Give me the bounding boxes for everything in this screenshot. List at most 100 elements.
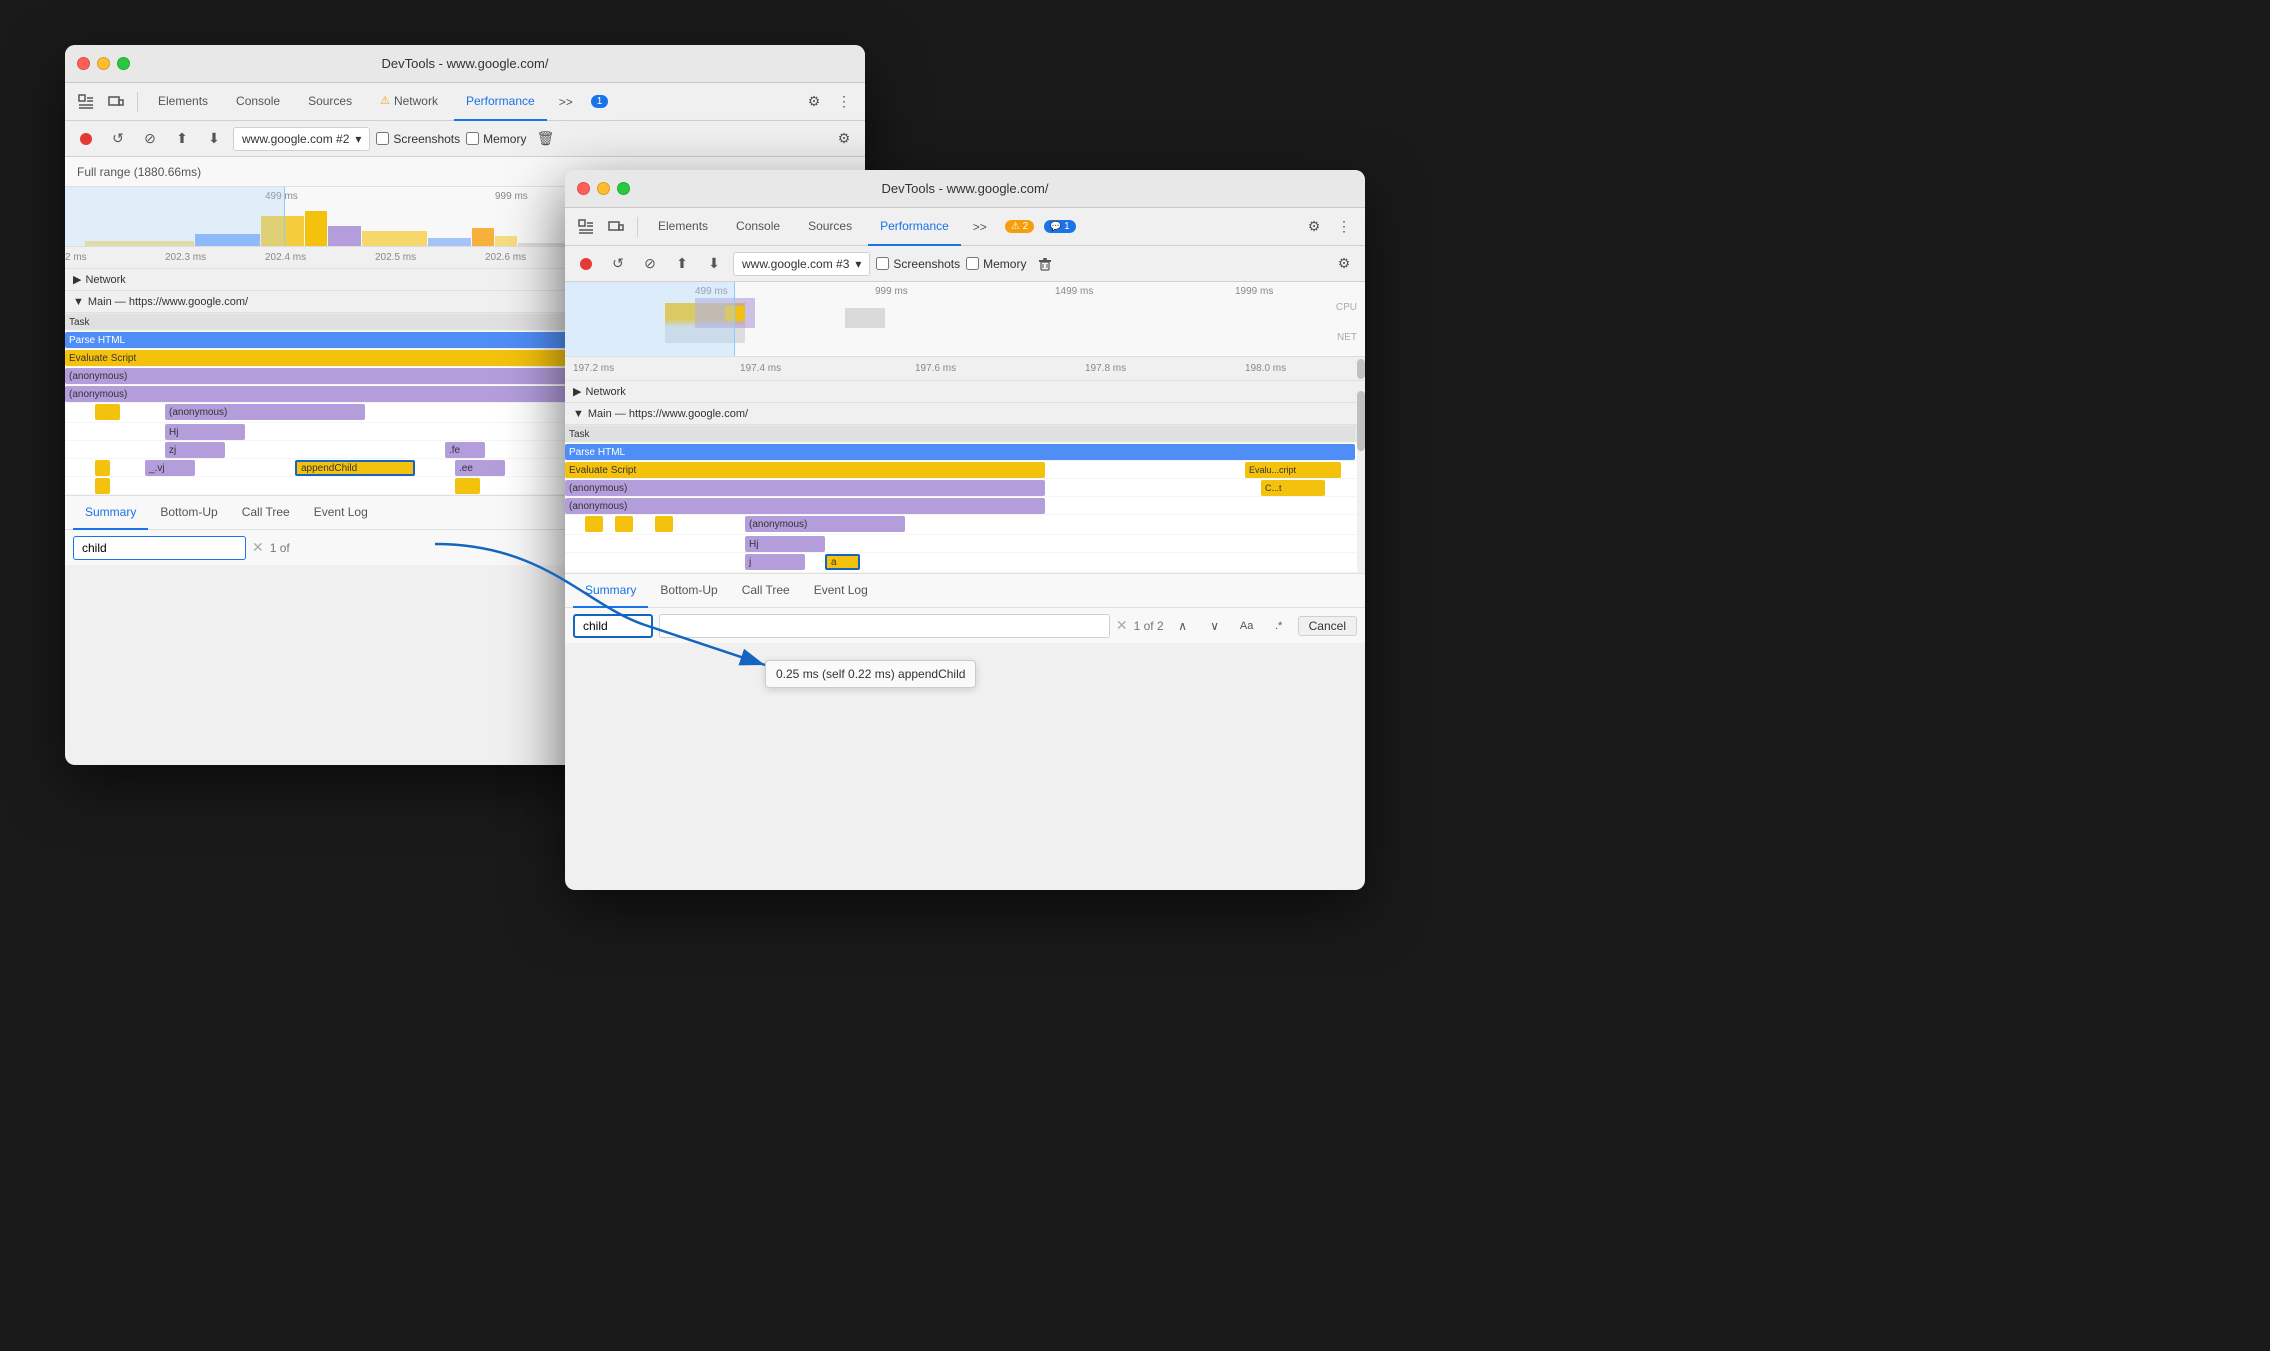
maximize-button-1[interactable] <box>117 57 130 70</box>
badge-info-2: 💬 1 <box>1044 220 1076 233</box>
zj-block-1[interactable]: zj <box>165 442 225 458</box>
anon3-block-1[interactable]: (anonymous) <box>165 404 365 420</box>
tab-elements-1[interactable]: Elements <box>146 83 220 121</box>
hj-block-2[interactable]: Hj <box>745 536 825 552</box>
toolbar2-2: ↺ ⊘ ⬆ ⬇ www.google.com #3 ▾ Screenshots … <box>565 246 1365 282</box>
download-btn-2[interactable]: ⬇ <box>701 251 727 277</box>
match-case-btn[interactable]: Aa <box>1234 613 1260 639</box>
search-next-btn[interactable]: ∨ <box>1202 613 1228 639</box>
tab-sources-1[interactable]: Sources <box>296 83 364 121</box>
cancel-btn-2[interactable]: Cancel <box>1298 616 1357 636</box>
settings-icon-2[interactable]: ⚙ <box>1301 214 1327 240</box>
anon3-block-2[interactable]: (anonymous) <box>745 516 905 532</box>
eval-script-block-2b[interactable]: Evalu...cript <box>1245 462 1341 478</box>
fe-block-1[interactable]: .fe <box>445 442 485 458</box>
vj-block-1[interactable]: _.vj <box>145 460 195 476</box>
settings-icon-1[interactable]: ⚙ <box>801 89 827 115</box>
bottomup-tab-2[interactable]: Bottom-Up <box>648 574 729 608</box>
calltree-tab-2[interactable]: Call Tree <box>730 574 802 608</box>
search-input-2[interactable] <box>573 614 653 638</box>
search-clear-icon-2[interactable]: ✕ <box>1116 617 1128 634</box>
regex-btn[interactable]: .* <box>1266 613 1292 639</box>
url-selector-1[interactable]: www.google.com #2 ▾ <box>233 127 370 151</box>
trash-btn-1[interactable]: 🗑 <box>532 126 558 152</box>
sub2-row-1: (anonymous) <box>565 515 1365 535</box>
responsive-icon-2[interactable] <box>603 214 629 240</box>
search-prev-btn[interactable]: ∧ <box>1170 613 1196 639</box>
search-count-2: 1 of 2 <box>1134 619 1164 633</box>
tab-console-2[interactable]: Console <box>724 208 792 246</box>
search-input-1[interactable] <box>73 536 246 560</box>
maximize-button-2[interactable] <box>617 182 630 195</box>
close-button-2[interactable] <box>577 182 590 195</box>
settings2-icon-1[interactable]: ⚙ <box>831 126 857 152</box>
screenshots-checkbox-2[interactable]: Screenshots <box>876 257 960 271</box>
parse-html-block-2[interactable]: Parse HTML <box>565 444 1355 460</box>
tab-performance-2[interactable]: Performance <box>868 208 961 246</box>
summary-tab-1[interactable]: Summary <box>73 496 148 530</box>
tab-overflow-1[interactable]: >> <box>551 95 581 109</box>
responsive-icon[interactable] <box>103 89 129 115</box>
close-button-1[interactable] <box>77 57 90 70</box>
reload-btn-1[interactable]: ↺ <box>105 126 131 152</box>
scrollbar-thumb-2[interactable] <box>1357 359 1365 379</box>
record-btn-1[interactable] <box>73 126 99 152</box>
anon2-block-2[interactable]: (anonymous) <box>565 498 1045 514</box>
appendchild-block-2[interactable]: a <box>825 554 860 570</box>
titlebar-1: DevTools - www.google.com/ <box>65 45 865 83</box>
zj-block-2[interactable]: j <box>745 554 805 570</box>
tab-performance-1[interactable]: Performance <box>454 83 547 121</box>
eval-script-block-2[interactable]: Evaluate Script <box>565 462 1045 478</box>
eventlog-tab-2[interactable]: Event Log <box>802 574 880 608</box>
minimize-button-1[interactable] <box>97 57 110 70</box>
tab-sources-2[interactable]: Sources <box>796 208 864 246</box>
settings2-icon-2[interactable]: ⚙ <box>1331 251 1357 277</box>
more-icon-1[interactable]: ⋮ <box>831 89 857 115</box>
ruler-mark-0: 2 ms <box>65 252 87 263</box>
memory-checkbox-2[interactable]: Memory <box>966 257 1026 271</box>
bottomup-tab-1[interactable]: Bottom-Up <box>148 496 229 530</box>
appendchild-tooltip: 0.25 ms (self 0.22 ms) appendChild <box>765 660 976 688</box>
mark-999-2: 999 ms <box>875 286 908 297</box>
yellow3-1[interactable] <box>95 478 110 494</box>
tab-network-1[interactable]: ⚠ Network <box>368 83 450 121</box>
url-selector-2[interactable]: www.google.com #3 ▾ <box>733 252 870 276</box>
ee-block-1[interactable]: .ee <box>455 460 505 476</box>
eventlog-tab-1[interactable]: Event Log <box>302 496 380 530</box>
warning-icon-2: ⚠ <box>1011 221 1020 232</box>
inspect-icon-2[interactable] <box>573 214 599 240</box>
tab-elements-2[interactable]: Elements <box>646 208 720 246</box>
yellow4-1[interactable] <box>455 478 480 494</box>
tab-overflow-2[interactable]: >> <box>965 220 995 234</box>
tab-console-1[interactable]: Console <box>224 83 292 121</box>
search-clear-icon-1[interactable]: ✕ <box>252 539 264 556</box>
hj-block-1[interactable]: Hj <box>165 424 245 440</box>
yellow2-1[interactable] <box>585 516 603 532</box>
yellow2-2[interactable] <box>615 516 633 532</box>
ct-block-2[interactable]: C...t <box>1261 480 1325 496</box>
yellow2-1[interactable] <box>95 460 110 476</box>
timeline-overview-2: 499 ms 999 ms 1499 ms 1999 ms CPU NET <box>565 282 1365 357</box>
memory-checkbox-1[interactable]: Memory <box>466 132 526 146</box>
upload-btn-1[interactable]: ⬆ <box>169 126 195 152</box>
clear-btn-2[interactable]: ⊘ <box>637 251 663 277</box>
trash-btn-2[interactable] <box>1032 251 1058 277</box>
screenshots-checkbox-1[interactable]: Screenshots <box>376 132 460 146</box>
appendchild-block-1[interactable]: appendChild <box>295 460 415 476</box>
record-btn-2[interactable] <box>573 251 599 277</box>
task-block-2[interactable]: Task <box>565 426 1355 442</box>
yellow2-3[interactable] <box>655 516 673 532</box>
calltree-tab-1[interactable]: Call Tree <box>230 496 302 530</box>
upload-btn-2[interactable]: ⬆ <box>669 251 695 277</box>
reload-btn-2[interactable]: ↺ <box>605 251 631 277</box>
clear-btn-1[interactable]: ⊘ <box>137 126 163 152</box>
traffic-lights-1 <box>77 57 130 70</box>
inspect-icon[interactable] <box>73 89 99 115</box>
summary-tab-2[interactable]: Summary <box>573 574 648 608</box>
download-btn-1[interactable]: ⬇ <box>201 126 227 152</box>
yellow1-1[interactable] <box>95 404 120 420</box>
more-icon-2[interactable]: ⋮ <box>1331 214 1357 240</box>
anon1-block-2[interactable]: (anonymous) <box>565 480 1045 496</box>
minimize-button-2[interactable] <box>597 182 610 195</box>
search-field-2[interactable] <box>659 614 1110 638</box>
